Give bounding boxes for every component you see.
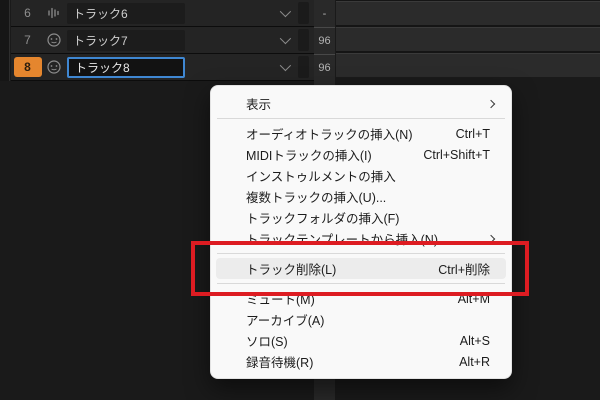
menu-item-insert-multiple-tracks[interactable]: 複数トラックの挿入(U)... — [216, 186, 506, 207]
menu-item-insert-midi-track[interactable]: MIDIトラックの挿入(I) Ctrl+Shift+T — [216, 144, 506, 165]
track-name: トラック7 — [73, 33, 128, 48]
event-lane[interactable] — [336, 27, 600, 51]
shortcut-label: Alt+S — [459, 333, 490, 348]
menu-item-insert-audio-track[interactable]: オーディオトラックの挿入(N) Ctrl+T — [216, 123, 506, 144]
shortcut-label: Alt+M — [457, 291, 490, 306]
audio-track-icon — [44, 5, 64, 21]
chevron-down-icon[interactable] — [279, 5, 292, 18]
track-name: トラック8 — [75, 60, 130, 75]
track-row-8-selected[interactable]: 8 トラック8 — [11, 54, 314, 80]
menu-item-insert-instrument[interactable]: インストゥルメントの挿入 — [216, 165, 506, 186]
track-value: 96 — [314, 27, 335, 54]
track-number: 6 — [24, 6, 31, 20]
track-list: 6 トラック6 7 トラック7 8 トラック8 — [11, 0, 314, 81]
track-name-field[interactable]: トラック7 — [67, 29, 185, 51]
track-row-6[interactable]: 6 トラック6 — [11, 0, 314, 26]
track-name-field-editing[interactable]: トラック8 — [67, 56, 185, 78]
track-mini-control[interactable] — [298, 29, 309, 51]
track-context-menu: 表示 オーディオトラックの挿入(N) Ctrl+T MIDIトラックの挿入(I)… — [210, 85, 512, 379]
menu-item-mute[interactable]: ミュート(M) Alt+M — [216, 288, 506, 309]
track-mini-control[interactable] — [298, 56, 309, 78]
track-list-left-strip — [0, 0, 10, 81]
menu-separator — [217, 253, 505, 254]
submenu-arrow-icon — [486, 234, 496, 243]
track-mini-control[interactable] — [298, 2, 309, 24]
shortcut-label: Ctrl+T — [455, 126, 490, 141]
menu-separator — [217, 118, 505, 119]
shortcut-label: Alt+R — [459, 354, 490, 369]
menu-item-solo[interactable]: ソロ(S) Alt+S — [216, 330, 506, 351]
event-lane[interactable] — [336, 1, 600, 25]
menu-item-record-enable[interactable]: 録音待機(R) Alt+R — [216, 351, 506, 372]
track-number: 7 — [24, 33, 31, 47]
menu-item-archive[interactable]: アーカイブ(A) — [216, 309, 506, 330]
menu-item-insert-from-track-template[interactable]: トラックテンプレートから挿入(N) — [216, 228, 506, 249]
selected-track-badge: 8 — [13, 57, 42, 77]
menu-item-show[interactable]: 表示 — [216, 93, 506, 114]
submenu-arrow-icon — [486, 99, 496, 108]
menu-item-insert-track-folder[interactable]: トラックフォルダの挿入(F) — [216, 207, 506, 228]
track-row-7[interactable]: 7 トラック7 — [11, 27, 314, 53]
menu-item-delete-track[interactable]: トラック削除(L) Ctrl+削除 — [216, 258, 506, 279]
event-lane[interactable] — [336, 53, 600, 77]
chevron-down-icon[interactable] — [279, 32, 292, 45]
shortcut-label: Ctrl+削除 — [438, 263, 490, 277]
track-name-field[interactable]: トラック6 — [67, 2, 185, 24]
track-number-selected: 8 — [11, 57, 44, 77]
menu-separator — [217, 283, 505, 284]
track-value: 96 — [314, 54, 335, 81]
shortcut-label: Ctrl+Shift+T — [423, 147, 490, 162]
midi-track-icon — [44, 59, 64, 75]
track-name: トラック6 — [73, 6, 128, 21]
event-display-area — [336, 0, 600, 77]
chevron-down-icon[interactable] — [279, 59, 292, 72]
midi-track-icon — [44, 32, 64, 48]
track-value: - — [322, 7, 327, 20]
